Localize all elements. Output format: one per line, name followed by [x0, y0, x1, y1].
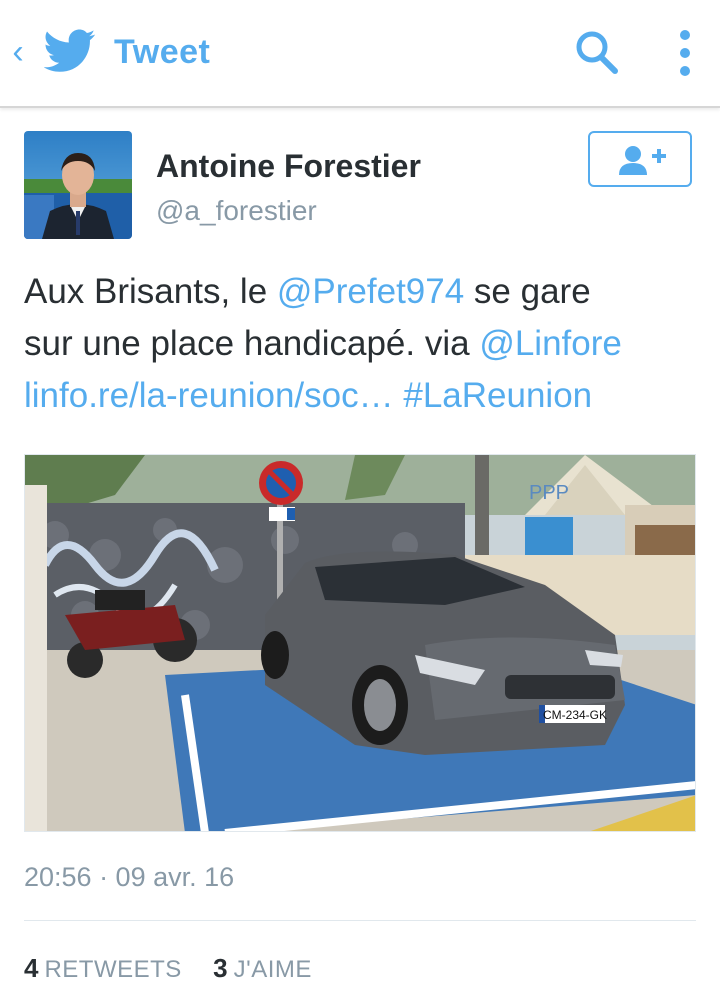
sign-text: PPP [529, 482, 569, 504]
retweets-label[interactable]: RETWEETS [44, 956, 181, 983]
hashtag-link[interactable]: #LaReunion [403, 376, 592, 415]
tweet-text-segment: Aux Brisants, le [24, 272, 277, 311]
twitter-bird-icon[interactable] [44, 28, 96, 74]
tweet-text-segment: sur une place handicapé. via [24, 324, 480, 363]
add-user-icon [619, 146, 666, 175]
divider [24, 920, 696, 921]
license-plate: CM-234-GK [543, 708, 607, 722]
tweet-line-1: Aux Brisants, le @Prefet974 se gare [24, 266, 704, 318]
tweet-line-3: linfo.re/la-reunion/soc… #LaReunion [24, 370, 704, 422]
tweet-text: Aux Brisants, le @Prefet974 se gare sur … [24, 266, 704, 422]
mention-link[interactable]: @Linfore [479, 324, 622, 363]
avatar[interactable] [24, 131, 132, 239]
tweet-text-segment: se gare [464, 272, 591, 311]
author-handle[interactable]: @a_forestier [156, 192, 317, 230]
likes-label[interactable]: J'AIME [234, 956, 312, 983]
more-vertical-icon[interactable] [670, 28, 700, 78]
tweet-stats: 4 RETWEETS 3 J'AIME [24, 950, 312, 988]
search-icon[interactable] [574, 28, 620, 76]
retweets-count[interactable]: 4 [24, 953, 38, 983]
tweet-timestamp: 20:56 · 09 avr. 16 [24, 862, 235, 892]
top-bar: ‹ Tweet [0, 0, 720, 108]
tweet-photo[interactable]: PPP CM-234-GK [24, 454, 696, 832]
chevron-left-icon[interactable]: ‹ [8, 32, 28, 72]
page-title: Tweet [114, 33, 211, 71]
tweet-line-2: sur une place handicapé. via @Linfore [24, 318, 704, 370]
follow-button[interactable] [588, 131, 692, 187]
mention-link[interactable]: @Prefet974 [277, 272, 464, 311]
author-name[interactable]: Antoine Forestier [156, 144, 421, 188]
url-link[interactable]: linfo.re/la-reunion/soc… [24, 376, 394, 415]
likes-count[interactable]: 3 [213, 953, 227, 983]
